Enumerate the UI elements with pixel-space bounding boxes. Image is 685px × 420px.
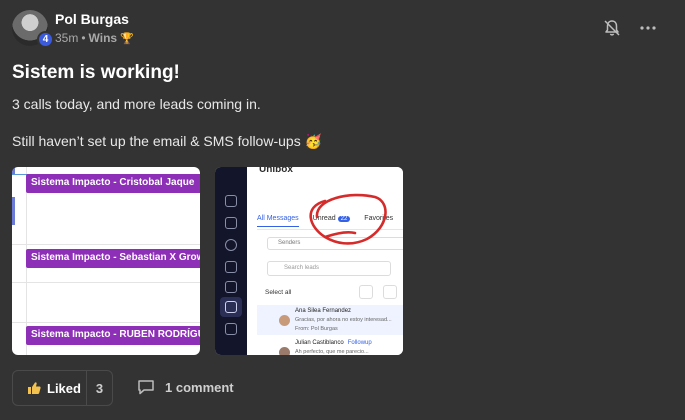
lead-snippet: Ah perfecto, que me parecio... (295, 349, 369, 355)
red-circle-annotation (309, 193, 387, 245)
lead-row: Ana Silea Fernandez Gracias, por ahora n… (257, 305, 403, 335)
post-card: 4 Pol Burgas 35m • Wins 🏆 Sistem is work… (0, 0, 685, 420)
select-all-label: Select all (265, 289, 292, 296)
post-title: Sistem is working! (12, 62, 180, 83)
unibox-title: Unibox (259, 167, 293, 175)
comment-icon (138, 380, 154, 395)
lead-row: Julian Castiblanco Followup Ah perfecto, … (257, 337, 403, 355)
followup-badge: Followup (347, 340, 372, 346)
bell-off-icon (604, 20, 620, 36)
lead-name: Julian Castiblanco Followup (295, 340, 372, 346)
sidebar-icon (225, 281, 237, 293)
comment-button[interactable]: 1 comment (137, 379, 234, 395)
tab-all-messages: All Messages (257, 215, 299, 227)
lead-from: From: Pol Burgas (295, 326, 338, 332)
thumbs-up-icon (28, 382, 41, 394)
post-meta: 35m • Wins 🏆 (55, 31, 134, 45)
sidebar-icon (225, 217, 237, 229)
filter-icon (359, 285, 373, 299)
grid-row (12, 207, 200, 245)
attachment-image-unibox[interactable]: Unibox All Messages Unread 22 Favorites S… (215, 167, 403, 355)
post-category[interactable]: Wins (89, 31, 118, 45)
meta-separator: • (81, 31, 86, 45)
level-badge: 4 (37, 31, 54, 48)
app-sidebar (215, 167, 247, 355)
post-body-line: 3 calls today, and more leads coming in. (12, 96, 261, 112)
like-toggle[interactable]: Liked (13, 371, 87, 405)
author-name[interactable]: Pol Burgas (55, 11, 129, 27)
avatar (279, 347, 290, 355)
attachment-image-crm[interactable]: Sistema Impacto - Cristobal Jaque Sistem… (12, 167, 200, 355)
crm-tag: Sistema Impacto - Cristobal Jaque (26, 174, 200, 193)
lead-snippet: Gracias, por ahora no estoy interesad... (295, 317, 392, 323)
grid-row (12, 285, 200, 323)
crm-tag: Sistema Impacto - Sebastian X Grow (26, 249, 200, 268)
like-label: Liked (47, 380, 81, 396)
sidebar-icon (225, 195, 237, 207)
post-body-line: Still haven’t set up the email & SMS fol… (12, 133, 323, 149)
sidebar-icon (225, 261, 237, 273)
lead-name: Ana Silea Fernandez (295, 308, 352, 314)
flag-icon (383, 285, 397, 299)
avatar (279, 315, 290, 326)
trophy-icon: 🏆 (120, 32, 134, 45)
search-leads-input: Search leads (267, 261, 391, 276)
like-count[interactable]: 3 (87, 381, 112, 396)
crm-tag: Sistema Impacto - RUBEN RODRÍGUEZ (26, 326, 200, 345)
sidebar-icon (225, 323, 237, 335)
inbox-icon (225, 301, 237, 313)
author-avatar[interactable]: 4 (12, 10, 54, 48)
sidebar-icon (225, 239, 237, 251)
comment-count-label: 1 comment (165, 379, 234, 395)
post-time: 35m (55, 31, 79, 45)
more-options-button[interactable] (638, 18, 658, 38)
more-horizontal-icon (640, 26, 656, 30)
notifications-toggle-button[interactable] (602, 18, 622, 38)
like-button[interactable]: Liked 3 (12, 370, 113, 406)
